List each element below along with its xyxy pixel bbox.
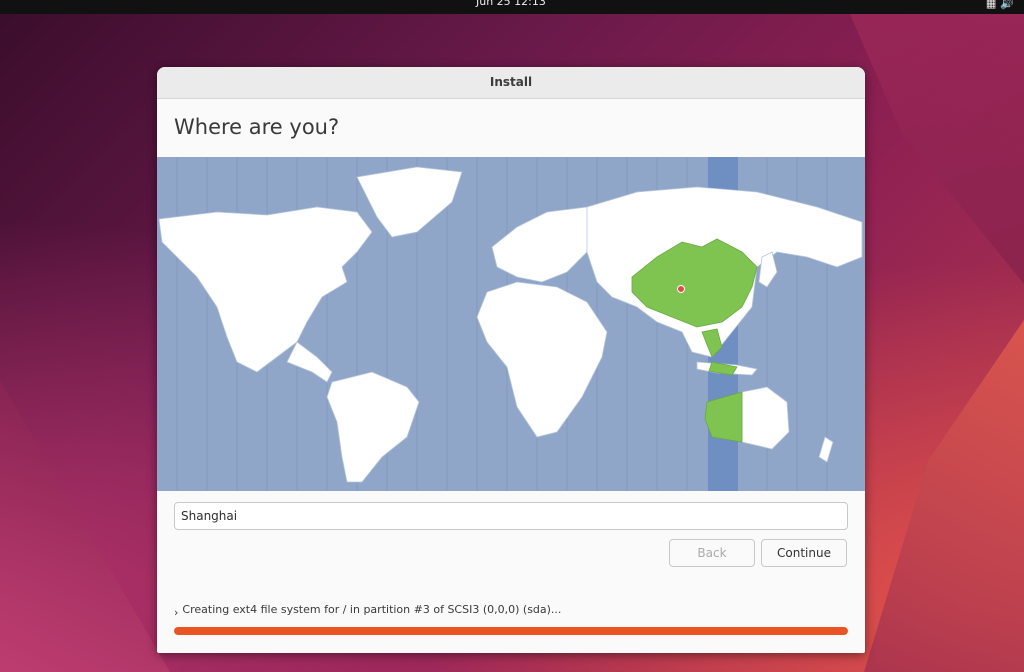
system-tray[interactable]: ▦🔊 bbox=[986, 0, 1018, 10]
progress-status[interactable]: › Creating ext4 file system for / in part… bbox=[174, 603, 562, 619]
top-bar: Jun 25 12:13 ▦🔊 bbox=[0, 0, 1024, 14]
wallpaper-shape bbox=[864, 320, 1024, 672]
chevron-right-icon[interactable]: › bbox=[174, 606, 178, 619]
progress-bar-fill bbox=[174, 627, 848, 635]
window-title: Install bbox=[157, 67, 865, 99]
location-pin-icon bbox=[677, 285, 685, 293]
page-title: Where are you? bbox=[174, 115, 340, 139]
wallpaper-shape bbox=[850, 14, 1024, 284]
progress-bar bbox=[174, 627, 848, 635]
volume-icon[interactable]: 🔊 bbox=[1000, 0, 1018, 10]
continue-button[interactable]: Continue bbox=[761, 539, 847, 567]
installer-window: Install Where are you? Shanghai Back Con… bbox=[157, 67, 865, 653]
network-icon[interactable]: ▦ bbox=[986, 0, 1000, 10]
back-button[interactable]: Back bbox=[669, 539, 755, 567]
clock[interactable]: Jun 25 12:13 bbox=[476, 0, 546, 8]
timezone-field[interactable] bbox=[174, 502, 848, 530]
progress-status-text: Creating ext4 file system for / in parti… bbox=[182, 603, 562, 616]
wallpaper-shape bbox=[0, 380, 170, 672]
timezone-map[interactable] bbox=[157, 157, 865, 491]
